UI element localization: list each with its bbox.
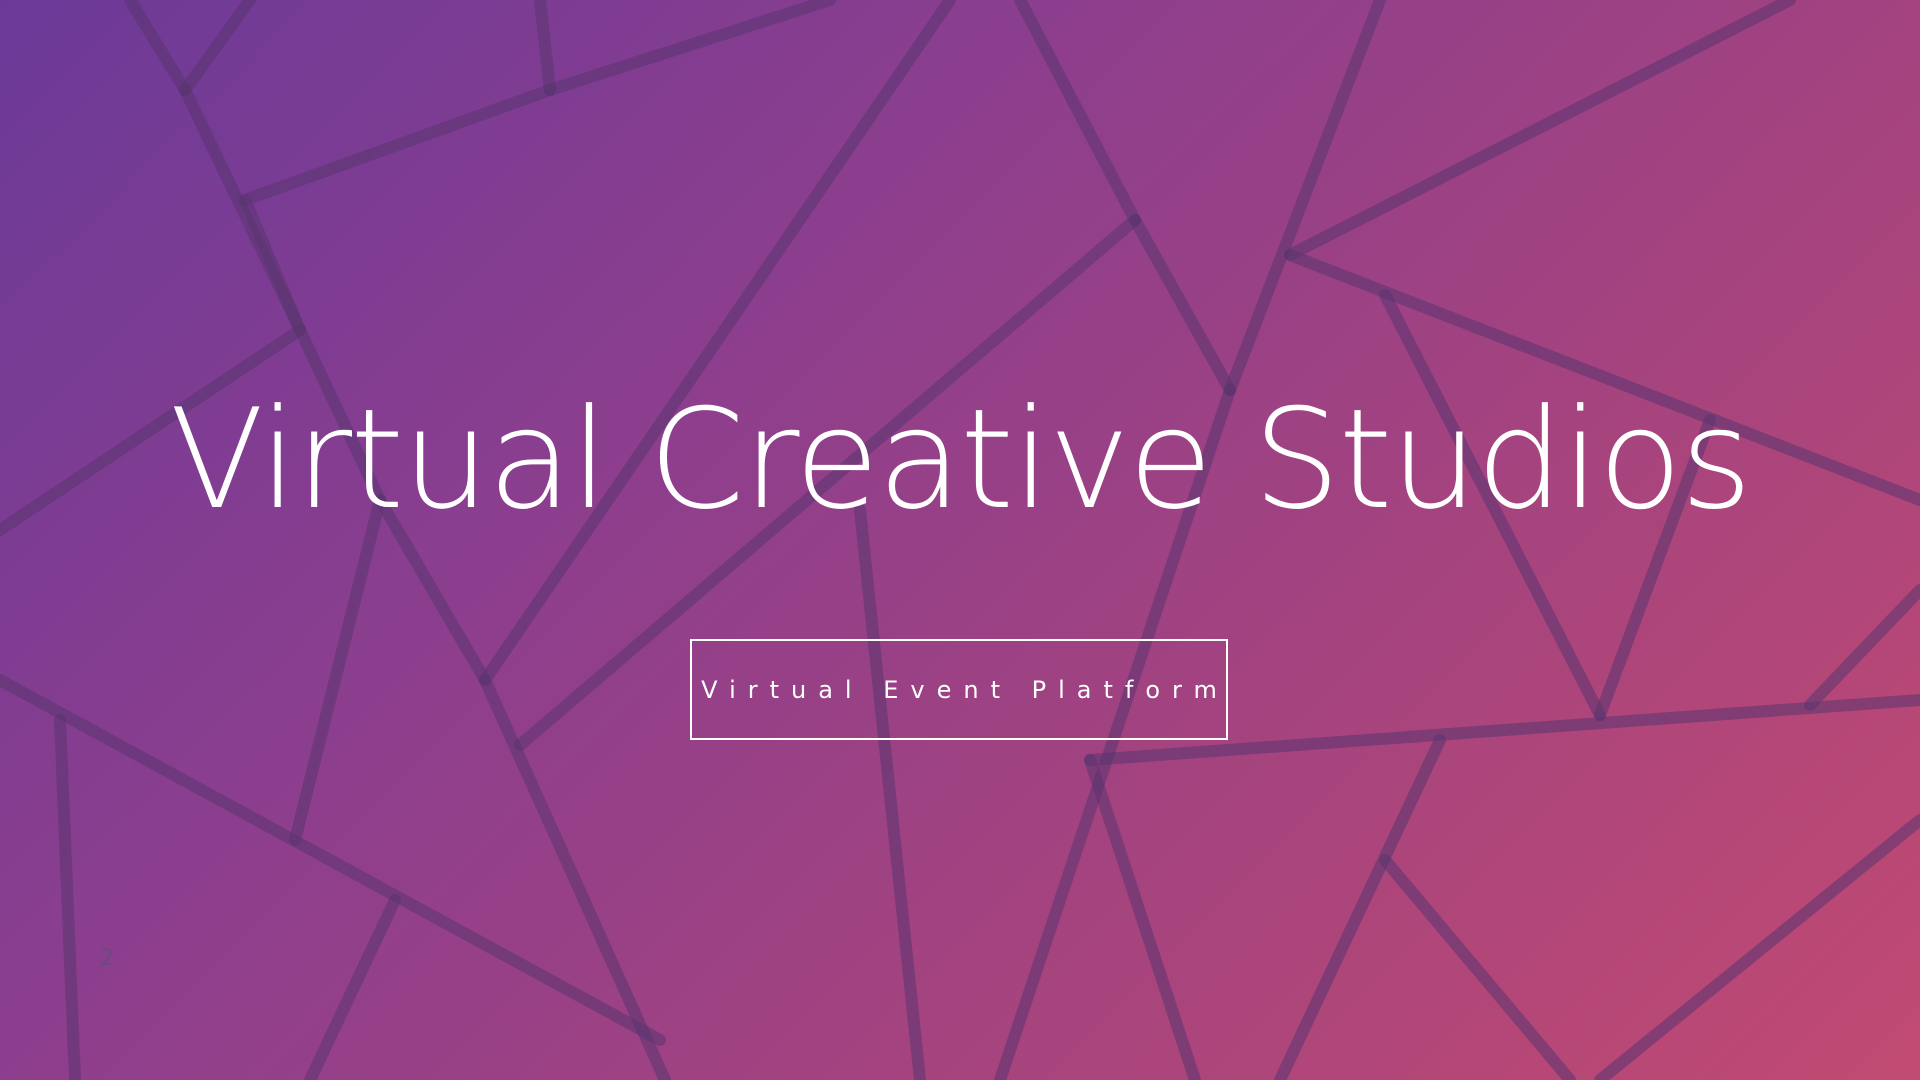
pattern-line bbox=[1594, 814, 1920, 1080]
pattern-line bbox=[239, 84, 556, 206]
slide-title: Virtual Creative Studios bbox=[169, 379, 1753, 540]
pattern-line bbox=[54, 714, 81, 1080]
pattern-line bbox=[1014, 0, 1141, 226]
pattern-line bbox=[1804, 584, 1920, 711]
pattern-line bbox=[1379, 854, 1576, 1080]
page-number: 2 bbox=[100, 946, 114, 971]
pattern-line bbox=[544, 0, 836, 96]
pattern-line bbox=[854, 504, 926, 1080]
pattern-line bbox=[1129, 214, 1236, 396]
pattern-line bbox=[304, 894, 401, 1080]
pattern-line bbox=[124, 0, 191, 96]
pattern-line bbox=[534, 0, 556, 96]
pattern-line bbox=[239, 194, 306, 336]
pattern-line bbox=[289, 494, 386, 846]
pattern-line bbox=[1274, 734, 1446, 1080]
pattern-line bbox=[1084, 754, 1201, 1080]
subtitle-box: Virtual Event Platform bbox=[690, 639, 1228, 740]
pattern-line bbox=[179, 0, 256, 96]
pattern-line bbox=[479, 674, 671, 1080]
slide-subtitle: Virtual Event Platform bbox=[701, 675, 1229, 704]
presentation-slide: Virtual Creative Studios Virtual Event P… bbox=[0, 0, 1920, 1080]
geometric-line-pattern bbox=[0, 0, 1920, 1080]
pattern-line bbox=[1224, 0, 1386, 396]
